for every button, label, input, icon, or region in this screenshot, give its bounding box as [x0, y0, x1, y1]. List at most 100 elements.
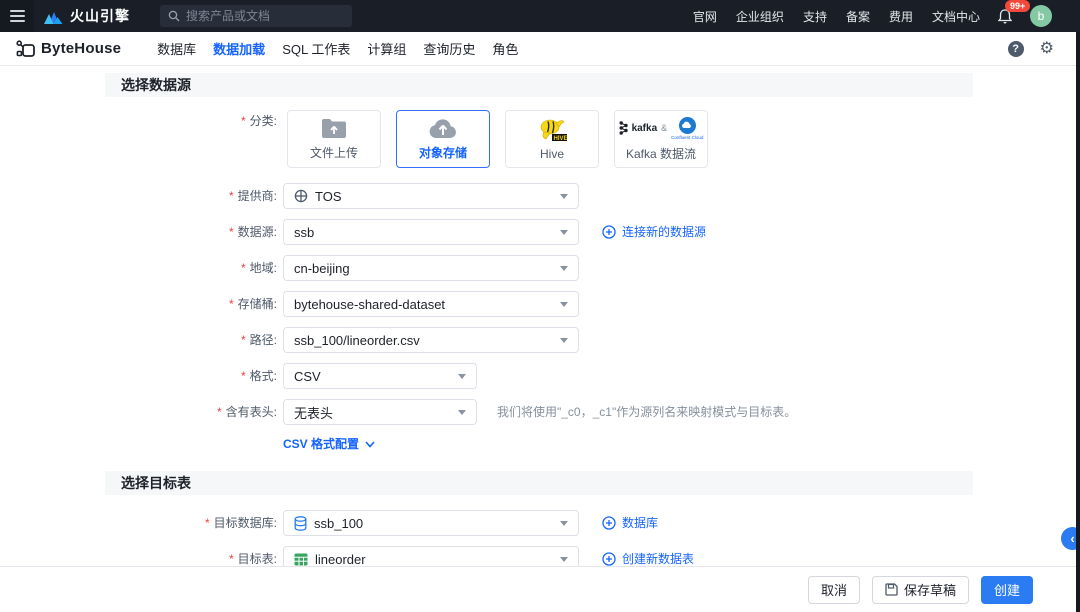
volcengine-brand[interactable]: 火山引擎	[43, 6, 130, 26]
create-button[interactable]: 创建	[980, 575, 1033, 604]
required-marker: *	[240, 114, 246, 128]
topbar-link-record[interactable]: 备案	[846, 8, 870, 25]
dropdown-caret-icon	[560, 229, 568, 235]
source-card-file-upload[interactable]: 文件上传	[287, 110, 381, 168]
tab-sql-worksheet[interactable]: SQL 工作表	[282, 39, 350, 58]
tab-data-load[interactable]: 数据加载	[213, 39, 265, 58]
card-label: Kafka 数据流	[625, 146, 697, 161]
tos-globe-icon	[294, 189, 308, 203]
source-card-hive[interactable]: HIVE Hive	[505, 110, 599, 168]
bucket-select[interactable]: bytehouse-shared-dataset	[283, 291, 579, 317]
target-db-select[interactable]: ssb_100	[283, 510, 579, 536]
target-table-value: lineorder	[315, 551, 366, 567]
path-select[interactable]: ssb_100/lineorder.csv	[283, 327, 579, 353]
database-icon	[294, 515, 307, 531]
header-helper-text: 我们将使用"_c0，_c1"作为源列名来映射模式与目标表。	[497, 405, 797, 419]
region-label: * 地域:	[240, 261, 277, 275]
source-card-kafka[interactable]: kafka & Confluent Cloud Kafka 数据流	[614, 110, 708, 168]
datasource-label: * 数据源:	[228, 225, 277, 239]
screen-edge-strip	[1076, 32, 1080, 612]
kafka-logo-icon	[619, 121, 628, 135]
format-value: CSV	[294, 368, 321, 384]
tab-roles[interactable]: 角色	[492, 39, 518, 58]
save-draft-button[interactable]: 保存草稿	[871, 575, 969, 604]
topbar-link-support[interactable]: 支持	[803, 8, 827, 25]
datasource-value: ssb	[294, 224, 315, 240]
hamburger-menu-icon[interactable]	[0, 0, 34, 32]
bytehouse-logo[interactable]: ByteHouse	[16, 39, 122, 58]
volcano-logo-icon	[44, 12, 63, 24]
tab-databases[interactable]: 数据库	[157, 39, 196, 58]
bytehouse-data-load-page: 火山引擎 官网 企业组织 支持 备案 费用 文档中心 99+ b	[0, 0, 1080, 612]
provider-select[interactable]: TOS	[283, 183, 579, 209]
dropdown-caret-icon	[560, 301, 568, 307]
region-select[interactable]: cn-beijing	[283, 255, 579, 281]
product-navbar: ByteHouse 数据库 数据加载 SQL 工作表 计算组 查询历史 角色 ?…	[0, 32, 1080, 66]
avatar[interactable]: b	[1030, 5, 1052, 27]
dropdown-caret-icon	[458, 409, 466, 415]
nav-tabs: 数据库 数据加载 SQL 工作表 计算组 查询历史 角色	[157, 39, 518, 58]
topbar-link-docs[interactable]: 文档中心	[932, 8, 980, 25]
target-db-label: * 目标数据库:	[204, 516, 277, 530]
save-icon	[885, 583, 898, 596]
path-value: ssb_100/lineorder.csv	[294, 332, 420, 348]
bytehouse-logo-icon	[16, 39, 35, 57]
topbar-links: 官网 企业组织 支持 备案 费用 文档中心	[693, 8, 980, 25]
cloud-upload-icon	[429, 118, 456, 138]
brand-name: 火山引擎	[70, 8, 130, 24]
cancel-button[interactable]: 取消	[807, 575, 860, 604]
card-label: 对象存储	[418, 145, 467, 160]
plus-circle-icon	[602, 225, 616, 239]
provider-value: TOS	[315, 188, 342, 204]
main-content: 选择数据源 * 分类: 文件上传 对象存储 HIVE Hive kafka & …	[0, 0, 1080, 612]
search-icon	[168, 10, 180, 22]
target-section-header: 选择目标表	[105, 471, 973, 495]
connect-new-datasource-link[interactable]: 连接新的数据源	[602, 219, 706, 245]
notification-bell[interactable]: 99+	[996, 0, 1031, 27]
topbar-link-official[interactable]: 官网	[693, 8, 717, 25]
svg-text:HIVE: HIVE	[554, 135, 568, 141]
topbar: 火山引擎 官网 企业组织 支持 备案 费用 文档中心 99+ b	[0, 0, 1080, 32]
target-db-value: ssb_100	[314, 515, 364, 531]
footer-action-bar: 取消 保存草稿 创建	[0, 566, 1080, 612]
kafka-wordmark: kafka	[631, 122, 658, 134]
topbar-link-org[interactable]: 企业组织	[736, 8, 784, 25]
has-header-value: 无表头	[294, 405, 334, 421]
source-section-header: 选择数据源	[105, 73, 973, 97]
plus-circle-icon	[602, 552, 616, 566]
help-icon[interactable]: ?	[1007, 40, 1024, 57]
card-label: 文件上传	[309, 145, 358, 160]
confluent-cloud-icon	[678, 116, 696, 134]
dropdown-caret-icon	[560, 556, 568, 562]
dropdown-caret-icon	[560, 337, 568, 343]
category-label: * 分类:	[240, 114, 277, 128]
bucket-label: * 存储桶:	[228, 297, 277, 311]
datasource-select[interactable]: ssb	[283, 219, 579, 245]
format-label: * 格式:	[240, 369, 277, 383]
hive-logo-icon: HIVE	[540, 119, 568, 141]
chevron-down-icon	[365, 440, 375, 448]
search-box[interactable]	[160, 5, 352, 27]
format-select[interactable]: CSV	[283, 363, 477, 389]
dropdown-caret-icon	[560, 520, 568, 526]
has-header-select[interactable]: 无表头	[283, 399, 477, 425]
topbar-link-billing[interactable]: 费用	[889, 8, 913, 25]
gear-icon[interactable]: ⚙	[1040, 40, 1054, 57]
csv-format-config-link[interactable]: CSV 格式配置	[283, 436, 375, 452]
tab-compute-group[interactable]: 计算组	[367, 39, 406, 58]
dropdown-caret-icon	[458, 373, 466, 379]
confluent-cloud-logo: Confluent Cloud	[671, 116, 703, 140]
notification-badge: 99+	[1005, 0, 1031, 12]
has-header-label: * 含有表头:	[216, 405, 277, 419]
path-label: * 路径:	[240, 333, 277, 347]
product-name: ByteHouse	[41, 40, 122, 57]
source-card-object-storage[interactable]: 对象存储	[396, 110, 490, 168]
region-value: cn-beijing	[294, 260, 350, 276]
tab-query-history[interactable]: 查询历史	[423, 39, 475, 58]
create-database-link[interactable]: 数据库	[602, 510, 658, 536]
chevron-left-icon: ‹	[1070, 531, 1075, 546]
dropdown-caret-icon	[560, 265, 568, 271]
search-input[interactable]	[186, 9, 326, 23]
dropdown-caret-icon	[560, 193, 568, 199]
table-icon	[294, 553, 308, 565]
